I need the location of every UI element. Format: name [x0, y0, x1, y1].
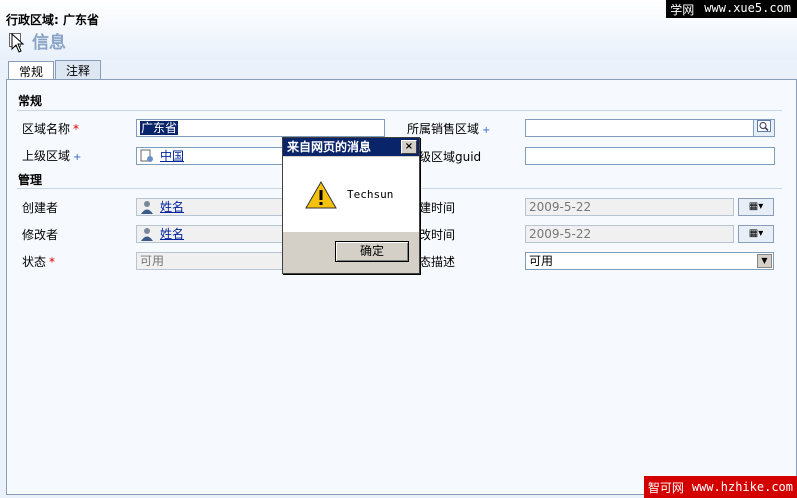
status-label: 状态 *	[22, 255, 56, 269]
chevron-down-icon[interactable]: ▼	[757, 254, 772, 268]
dialog-body: Techsun	[283, 157, 419, 232]
warning-icon	[305, 180, 337, 212]
watermark-top-name: 学网	[666, 0, 699, 18]
lookup-search-icon[interactable]	[753, 120, 774, 136]
watermark-top: 学网 www.xue5.com	[666, 0, 797, 18]
mouse-cursor-icon	[11, 32, 25, 56]
user-icon	[140, 200, 154, 218]
region-name-label: 区域名称 *	[22, 122, 80, 136]
region-name-input[interactable]: 广东省	[136, 119, 385, 137]
sales-region-lookup[interactable]	[525, 119, 775, 137]
modified-by-label: 修改者	[22, 228, 59, 242]
section-general-title: 常规	[18, 94, 43, 108]
calendar-icon[interactable]: ▦▾	[738, 198, 774, 216]
tab-notes[interactable]: 注释	[55, 60, 102, 81]
status-reason-select[interactable]: 可用 ▼	[525, 252, 774, 270]
created-by-label: 创建者	[22, 201, 59, 215]
watermark-bottom: 智可网 www.hzhike.com	[643, 476, 797, 498]
status-select[interactable]: 可用	[136, 252, 285, 270]
tab-strip: 常规 注释	[8, 60, 102, 82]
created-on-input[interactable]: 2009-5-22	[525, 198, 734, 216]
parent-guid-input[interactable]	[525, 147, 775, 165]
parent-region-lookup[interactable]: 中国	[136, 147, 285, 165]
ok-button[interactable]: 确定	[335, 241, 409, 262]
dialog-message: Techsun	[347, 188, 394, 201]
section-management-title: 管理	[18, 173, 43, 187]
alert-dialog: 来自网页的消息 × Techsun 确定	[282, 137, 420, 274]
user-icon	[140, 227, 154, 245]
sales-region-label: 所属销售区域 +	[407, 122, 491, 136]
watermark-bottom-url: www.hzhike.com	[691, 480, 793, 494]
parent-region-label: 上级区域 +	[22, 149, 82, 163]
calendar-icon[interactable]: ▦▾	[738, 225, 774, 243]
page-title: 行政区域: 广东省	[6, 13, 99, 27]
close-icon[interactable]: ×	[401, 140, 417, 154]
page-subtitle: 信息	[32, 33, 66, 53]
dialog-title: 来自网页的消息 ×	[283, 138, 419, 156]
watermark-top-url: www.xue5.com	[698, 0, 797, 18]
modified-on-input[interactable]: 2009-5-22	[525, 225, 734, 243]
created-by-lookup[interactable]: 姓名	[136, 198, 285, 216]
section-divider	[17, 110, 782, 111]
modified-by-lookup[interactable]: 姓名	[136, 225, 285, 243]
region-record-icon	[140, 149, 154, 167]
watermark-bottom-name: 智可网	[647, 480, 684, 495]
region-name-value: 广东省	[140, 121, 179, 135]
